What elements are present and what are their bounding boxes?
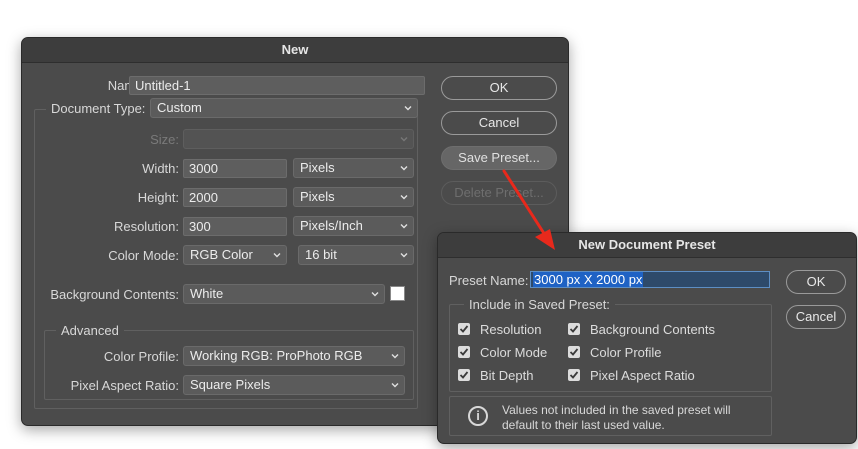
preset-dialog-title: New Document Preset <box>438 233 856 258</box>
resolution-label: Resolution: <box>113 219 179 234</box>
preset-ok-button[interactable]: OK <box>786 270 846 294</box>
info-text-line-2: default to their last used value. <box>502 418 665 432</box>
checkbox-bit-depth[interactable] <box>458 369 470 381</box>
checkmark-icon <box>569 325 579 333</box>
include-label: Include in Saved Preset: <box>464 297 615 312</box>
color-profile-label: Color Profile: <box>103 349 179 364</box>
checkbox-label: Color Profile <box>590 345 662 360</box>
checkbox-label: Bit Depth <box>480 368 534 383</box>
color-profile-value: Working RGB: ProPhoto RGB <box>190 348 363 363</box>
checkbox-color-profile[interactable] <box>568 346 580 358</box>
checkmark-icon <box>569 371 579 379</box>
background-contents-label: Background Contents: <box>50 287 179 302</box>
checkmark-icon <box>569 348 579 356</box>
size-label: Size: <box>150 132 179 147</box>
resolution-input[interactable]: 300 <box>183 217 287 236</box>
width-input[interactable]: 3000 <box>183 159 287 178</box>
preset-cancel-button[interactable]: Cancel <box>786 305 846 329</box>
checkbox-label: Color Mode <box>480 345 548 360</box>
color-mode-label: Color Mode: <box>108 248 179 263</box>
background-color-swatch[interactable] <box>390 286 405 301</box>
checkbox-color-mode[interactable] <box>458 346 470 358</box>
save-preset-button[interactable]: Save Preset... <box>441 146 557 170</box>
checkbox-background-contents[interactable] <box>568 323 580 335</box>
chevron-down-icon <box>400 253 408 258</box>
chevron-down-icon <box>400 166 408 171</box>
info-icon: i <box>468 406 488 426</box>
color-profile-select[interactable]: Working RGB: ProPhoto RGB <box>183 346 405 366</box>
info-text-line-1: Values not included in the saved preset … <box>502 403 731 417</box>
checkbox-resolution[interactable] <box>458 323 470 335</box>
cancel-button[interactable]: Cancel <box>441 111 557 135</box>
checkbox-label: Pixel Aspect Ratio <box>590 368 695 383</box>
bit-depth-select[interactable]: 16 bit <box>298 245 414 265</box>
preset-name-label: Preset Name: <box>449 273 529 288</box>
chevron-down-icon <box>404 106 412 111</box>
height-label: Height: <box>137 190 179 205</box>
dialog-title: New <box>22 38 568 63</box>
chevron-down-icon <box>400 137 408 142</box>
document-type-label: Document Type: <box>46 101 151 116</box>
width-unit-select[interactable]: Pixels <box>293 158 414 178</box>
checkmark-icon <box>459 325 469 333</box>
pixel-aspect-ratio-value: Square Pixels <box>190 377 271 392</box>
delete-preset-button: Delete Preset... <box>441 181 557 205</box>
preset-name-value: 3000 px X 2000 px <box>533 272 644 287</box>
checkbox-label: Background Contents <box>590 322 716 337</box>
checkmark-icon <box>459 371 469 379</box>
chevron-down-icon <box>400 195 408 200</box>
resolution-unit-value: Pixels/Inch <box>300 218 363 233</box>
height-unit-value: Pixels <box>300 189 335 204</box>
document-type-value: Custom <box>157 100 202 115</box>
height-unit-select[interactable]: Pixels <box>293 187 414 207</box>
resolution-unit-select[interactable]: Pixels/Inch <box>293 216 414 236</box>
width-unit-value: Pixels <box>300 160 335 175</box>
chevron-down-icon <box>391 354 399 359</box>
ok-button[interactable]: OK <box>441 76 557 100</box>
pixel-aspect-ratio-label: Pixel Aspect Ratio: <box>70 378 179 393</box>
chevron-down-icon <box>391 383 399 388</box>
preset-name-input[interactable]: 3000 px X 2000 px <box>530 271 770 288</box>
new-document-preset-dialog: New Document Preset Preset Name: 3000 px… <box>437 232 857 444</box>
pixel-aspect-ratio-select[interactable]: Square Pixels <box>183 375 405 395</box>
height-input[interactable]: 2000 <box>183 188 287 207</box>
background-contents-value: White <box>190 286 224 301</box>
name-input[interactable]: Untitled-1 <box>129 76 425 95</box>
color-mode-value: RGB Color <box>190 247 253 262</box>
color-mode-select[interactable]: RGB Color <box>183 245 287 265</box>
background-contents-select[interactable]: White <box>183 284 385 304</box>
checkbox-label: Resolution <box>480 322 542 337</box>
advanced-label: Advanced <box>56 323 124 338</box>
bit-depth-value: 16 bit <box>305 247 337 262</box>
checkmark-icon <box>459 348 469 356</box>
chevron-down-icon <box>273 253 281 258</box>
document-type-select[interactable]: Custom <box>150 98 418 118</box>
width-label: Width: <box>142 161 179 176</box>
chevron-down-icon <box>400 224 408 229</box>
size-select <box>183 129 414 149</box>
checkbox-pixel-aspect-ratio[interactable] <box>568 369 580 381</box>
chevron-down-icon <box>371 292 379 297</box>
